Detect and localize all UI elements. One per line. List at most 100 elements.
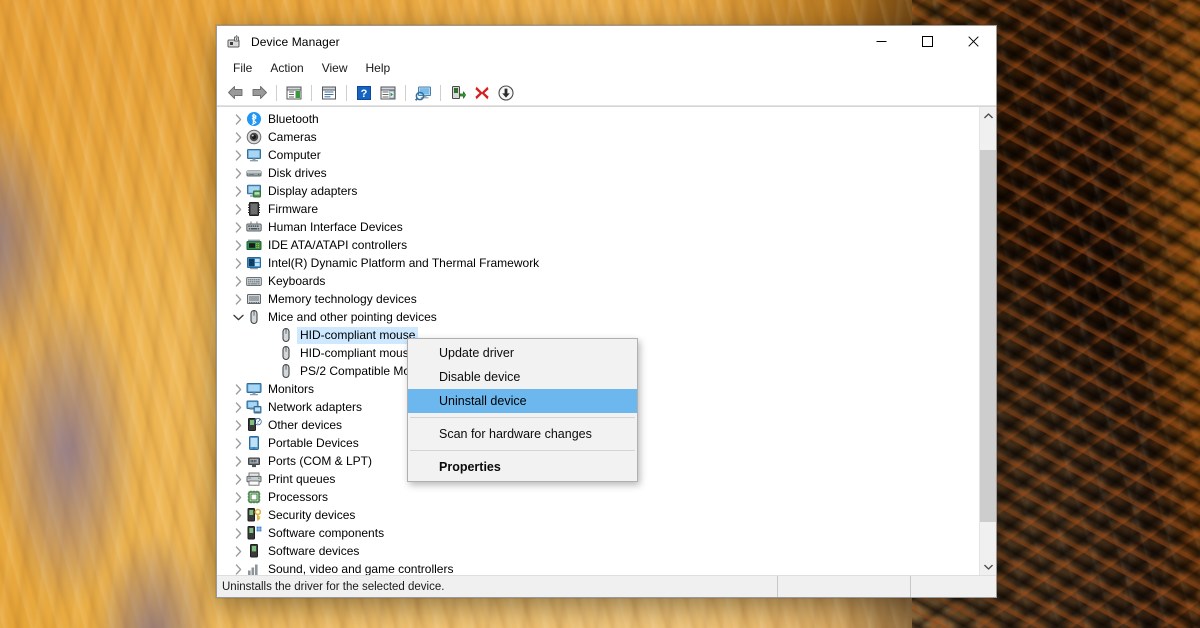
disable-device-button[interactable] — [494, 82, 518, 104]
context-menu[interactable]: Update driverDisable deviceUninstall dev… — [407, 338, 638, 482]
tree-node[interactable]: Mice and other pointing devices — [217, 308, 979, 326]
tree-node[interactable]: Memory technology devices — [217, 290, 979, 308]
maximize-button[interactable] — [904, 26, 950, 57]
show-hide-action-pane-button[interactable] — [376, 82, 400, 104]
tree-node[interactable]: Human Interface Devices — [217, 218, 979, 236]
chevron-right-icon[interactable] — [230, 111, 246, 127]
tree-node-label: Human Interface Devices — [268, 220, 407, 234]
chevron-right-icon[interactable] — [230, 291, 246, 307]
chevron-right-icon[interactable] — [230, 489, 246, 505]
scan-for-hardware-changes-button[interactable] — [411, 82, 435, 104]
help-button[interactable]: ? — [352, 82, 376, 104]
red-x-icon — [474, 85, 490, 101]
menu-help[interactable]: Help — [357, 58, 400, 79]
tree-node-label: Portable Devices — [268, 436, 363, 450]
down-arrow-circle-icon — [498, 85, 514, 101]
chevron-right-icon[interactable] — [230, 183, 246, 199]
tree-node-label: Monitors — [268, 382, 318, 396]
tree-node[interactable]: Sound, video and game controllers — [217, 560, 979, 575]
tree-node[interactable]: Software components — [217, 524, 979, 542]
tree-node[interactable]: Processors — [217, 488, 979, 506]
scrollbar-up-button[interactable] — [980, 107, 996, 124]
menu-file[interactable]: File — [224, 58, 261, 79]
back-button[interactable] — [223, 82, 247, 104]
tree-node[interactable]: IDE ATA/ATAPI controllers — [217, 236, 979, 254]
hid-icon — [246, 219, 262, 235]
chevron-right-icon[interactable] — [230, 453, 246, 469]
device-manager-icon — [227, 34, 243, 50]
context-menu-item[interactable]: Update driver — [408, 341, 637, 365]
properties-button[interactable] — [317, 82, 341, 104]
chevron-right-icon[interactable] — [230, 435, 246, 451]
update-driver-button[interactable] — [446, 82, 470, 104]
tree-node[interactable]: Software devices — [217, 542, 979, 560]
context-menu-item[interactable]: Scan for hardware changes — [408, 422, 637, 446]
show-hide-console-tree-button[interactable] — [282, 82, 306, 104]
chevron-right-icon[interactable] — [230, 147, 246, 163]
close-button[interactable] — [950, 26, 996, 57]
context-menu-item[interactable]: Uninstall device — [408, 389, 637, 413]
forward-button[interactable] — [247, 82, 271, 104]
tree-node-label: IDE ATA/ATAPI controllers — [268, 238, 411, 252]
context-menu-item[interactable]: Properties — [408, 455, 637, 479]
tree-node-label: Ports (COM & LPT) — [268, 454, 376, 468]
tree-node-label: Other devices — [268, 418, 346, 432]
chevron-right-icon[interactable] — [230, 561, 246, 575]
firmware-icon — [246, 201, 262, 217]
menu-bar: File Action View Help — [217, 57, 996, 80]
update-driver-icon — [450, 85, 466, 101]
menu-view[interactable]: View — [313, 58, 357, 79]
tree-node-label: Mice and other pointing devices — [268, 310, 441, 324]
question-mark-icon: ? — [356, 85, 372, 101]
tree-node[interactable]: Firmware — [217, 200, 979, 218]
chevron-right-icon[interactable] — [230, 201, 246, 217]
tree-node[interactable]: Bluetooth — [217, 110, 979, 128]
chevron-right-icon[interactable] — [230, 273, 246, 289]
minimize-icon — [876, 36, 887, 47]
chevron-down-icon[interactable] — [230, 309, 246, 325]
uninstall-device-button[interactable] — [470, 82, 494, 104]
tree-node[interactable]: Cameras — [217, 128, 979, 146]
thermal-framework-icon — [246, 255, 262, 271]
window-title: Device Manager — [251, 35, 340, 49]
processor-icon — [246, 489, 262, 505]
chevron-right-icon[interactable] — [230, 399, 246, 415]
scrollbar-down-button[interactable] — [980, 558, 996, 575]
chevron-right-icon[interactable] — [230, 543, 246, 559]
chevron-right-icon[interactable] — [230, 417, 246, 433]
minimize-button[interactable] — [858, 26, 904, 57]
tree-node[interactable]: Computer — [217, 146, 979, 164]
mouse-icon — [278, 363, 294, 379]
chevron-right-icon[interactable] — [230, 219, 246, 235]
window-title-bar[interactable]: Device Manager — [217, 26, 996, 57]
device-manager-window[interactable]: Device Manager File Action V — [216, 25, 997, 598]
tree-node[interactable]: Security devices — [217, 506, 979, 524]
port-icon — [246, 453, 262, 469]
action-pane-icon — [380, 85, 396, 101]
tree-node-label: Bluetooth — [268, 112, 323, 126]
vertical-scrollbar[interactable] — [979, 107, 996, 575]
tree-node[interactable]: Intel(R) Dynamic Platform and Thermal Fr… — [217, 254, 979, 272]
chevron-right-icon[interactable] — [230, 507, 246, 523]
security-device-icon — [246, 507, 262, 523]
chevron-right-icon[interactable] — [230, 129, 246, 145]
scrollbar-thumb[interactable] — [980, 150, 996, 522]
scrollbar-track[interactable] — [980, 124, 996, 558]
monitor-icon — [246, 381, 262, 397]
tree-node[interactable]: Display adapters — [217, 182, 979, 200]
tree-node-label: Processors — [268, 490, 332, 504]
chevron-right-icon[interactable] — [230, 165, 246, 181]
tree-node-label: Network adapters — [268, 400, 366, 414]
chevron-right-icon[interactable] — [230, 381, 246, 397]
tree-node[interactable]: Keyboards — [217, 272, 979, 290]
toolbar-separator — [440, 85, 441, 101]
context-menu-item[interactable]: Disable device — [408, 365, 637, 389]
bluetooth-icon — [246, 111, 262, 127]
chevron-right-icon[interactable] — [230, 471, 246, 487]
chevron-right-icon[interactable] — [230, 525, 246, 541]
chevron-right-icon[interactable] — [230, 255, 246, 271]
tree-node[interactable]: Disk drives — [217, 164, 979, 182]
chevron-right-icon[interactable] — [230, 237, 246, 253]
properties-pane-icon — [321, 85, 337, 101]
menu-action[interactable]: Action — [261, 58, 312, 79]
